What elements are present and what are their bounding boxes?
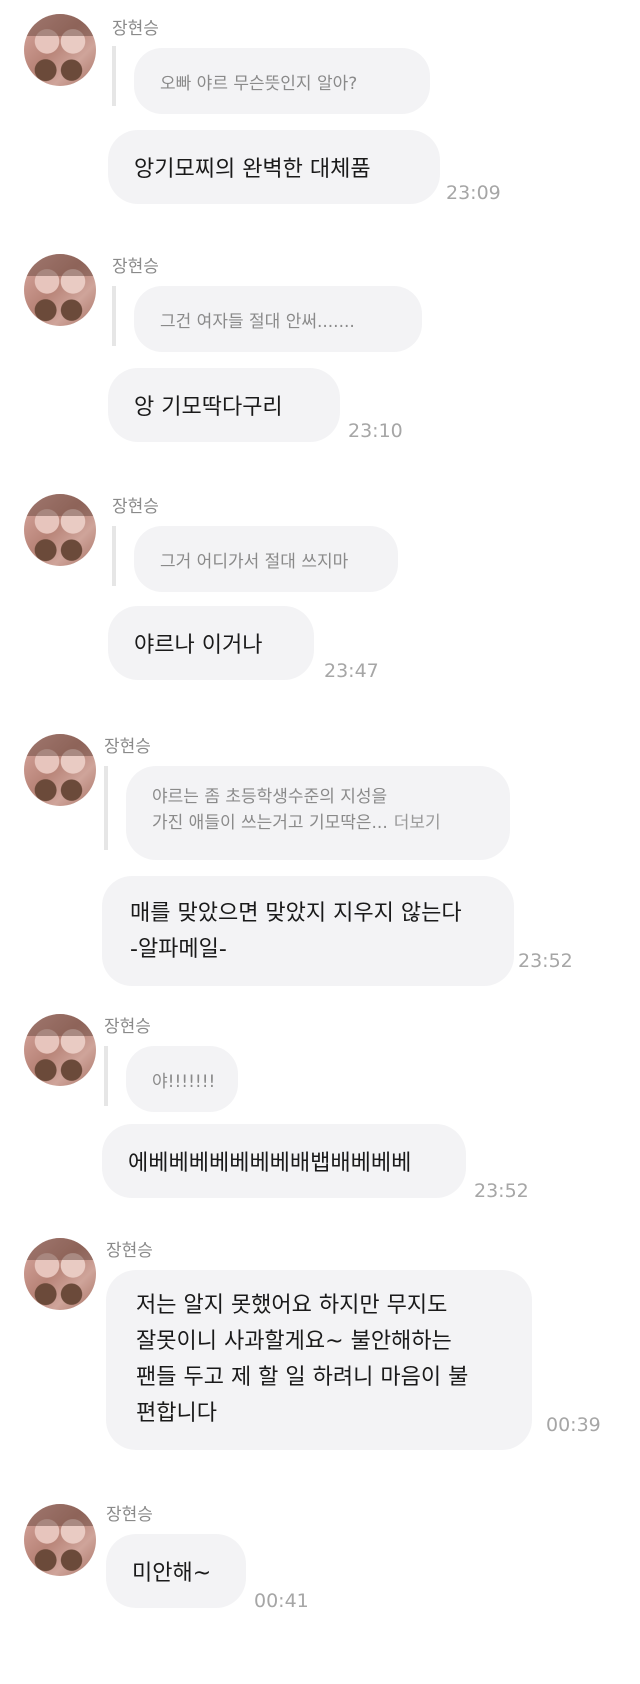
quoted-text: 그거 어디가서 절대 쓰지마 (160, 551, 349, 572)
message-group: 장현승 오빠 야르 무슨뜻인지 알아? 앙기모찌의 완벽한 대체품 23:09 (0, 0, 640, 220)
quote-bar (112, 286, 116, 346)
message-group: 장현승 그거 어디가서 절대 쓰지마 야르나 이거나 23:47 (0, 476, 640, 696)
reply-line: 잘못이니 사과할게요~ 불안해하는 (136, 1329, 452, 1354)
timestamp: 23:47 (324, 660, 379, 682)
sender-name: 장현승 (104, 737, 151, 757)
reply-text: 앙기모찌의 완벽한 대체품 (134, 157, 371, 182)
quote-bar (104, 1046, 108, 1106)
quoted-text: 그건 여자들 절대 안써....... (160, 311, 355, 332)
message-group: 장현승 야!!!!!!! 에베베베베베베베배뱁배베베베 23:52 (0, 1000, 640, 1202)
quoted-message[interactable]: 그거 어디가서 절대 쓰지마 (134, 526, 398, 592)
reply-bubble[interactable]: 앙 기모딱다구리 (108, 368, 340, 442)
reply-line: -알파메일- (130, 937, 227, 962)
reply-text: 앙 기모딱다구리 (134, 395, 283, 420)
avatar[interactable] (24, 1504, 96, 1576)
timestamp: 00:41 (254, 1590, 309, 1612)
avatar[interactable] (24, 734, 96, 806)
avatar[interactable] (24, 494, 96, 566)
quoted-text: 오빠 야르 무슨뜻인지 알아? (160, 73, 358, 94)
timestamp: 23:52 (474, 1180, 529, 1202)
quoted-message[interactable]: 야!!!!!!! (126, 1046, 238, 1112)
timestamp: 23:09 (446, 182, 501, 204)
quote-bar (104, 766, 108, 850)
quoted-message[interactable]: 야르는 좀 초등학생수준의 지성을 가진 애들이 쓰는거고 기모딱은... 더보기 (126, 766, 510, 860)
reply-bubble[interactable]: 야르나 이거나 (108, 606, 314, 680)
reply-line: 매를 맞았으면 맞았지 지우지 않는다 (130, 901, 462, 926)
sender-name: 장현승 (112, 19, 159, 39)
avatar[interactable] (24, 1238, 96, 1310)
reply-bubble[interactable]: 미안해~ (106, 1534, 246, 1608)
quoted-line: 가진 애들이 쓰는거고 기모딱은... (152, 813, 388, 833)
reply-line: 저는 알지 못했어요 하지만 무지도 (136, 1293, 448, 1318)
reply-bubble[interactable]: 저는 알지 못했어요 하지만 무지도 잘못이니 사과할게요~ 불안해하는 팬들 … (106, 1270, 532, 1450)
sender-name: 장현승 (112, 257, 159, 277)
reply-line: 편합니다 (136, 1401, 217, 1426)
avatar[interactable] (24, 14, 96, 86)
sender-name: 장현승 (104, 1017, 151, 1037)
reply-text: 에베베베베베베베배뱁배베베베 (128, 1151, 412, 1176)
reply-bubble[interactable]: 매를 맞았으면 맞았지 지우지 않는다 -알파메일- (102, 876, 514, 986)
message-group: 장현승 미안해~ 00:41 (0, 1488, 640, 1678)
see-more-link[interactable]: 더보기 (394, 813, 441, 833)
quoted-text: 야!!!!!!! (152, 1071, 216, 1092)
message-group: 장현승 야르는 좀 초등학생수준의 지성을 가진 애들이 쓰는거고 기모딱은..… (0, 720, 640, 990)
sender-name: 장현승 (112, 497, 159, 517)
quote-bar (112, 46, 116, 106)
reply-bubble[interactable]: 앙기모찌의 완벽한 대체품 (108, 130, 440, 204)
timestamp: 23:52 (518, 950, 573, 972)
reply-text: 야르나 이거나 (134, 633, 263, 658)
quoted-message[interactable]: 오빠 야르 무슨뜻인지 알아? (134, 48, 430, 114)
message-group: 장현승 그건 여자들 절대 안써....... 앙 기모딱다구리 23:10 (0, 236, 640, 456)
quote-bar (112, 526, 116, 586)
sender-name: 장현승 (106, 1505, 153, 1525)
timestamp: 23:10 (348, 420, 403, 442)
reply-line: 팬들 두고 제 할 일 하려니 마음이 불 (136, 1365, 469, 1390)
timestamp: 00:39 (546, 1414, 601, 1436)
quoted-message[interactable]: 그건 여자들 절대 안써....... (134, 286, 422, 352)
quoted-line: 야르는 좀 초등학생수준의 지성을 (152, 787, 388, 807)
reply-bubble[interactable]: 에베베베베베베베배뱁배베베베 (102, 1124, 466, 1198)
message-group: 장현승 저는 알지 못했어요 하지만 무지도 잘못이니 사과할게요~ 불안해하는… (0, 1222, 640, 1452)
reply-text: 미안해~ (132, 1561, 212, 1586)
avatar[interactable] (24, 1014, 96, 1086)
sender-name: 장현승 (106, 1241, 153, 1261)
avatar[interactable] (24, 254, 96, 326)
